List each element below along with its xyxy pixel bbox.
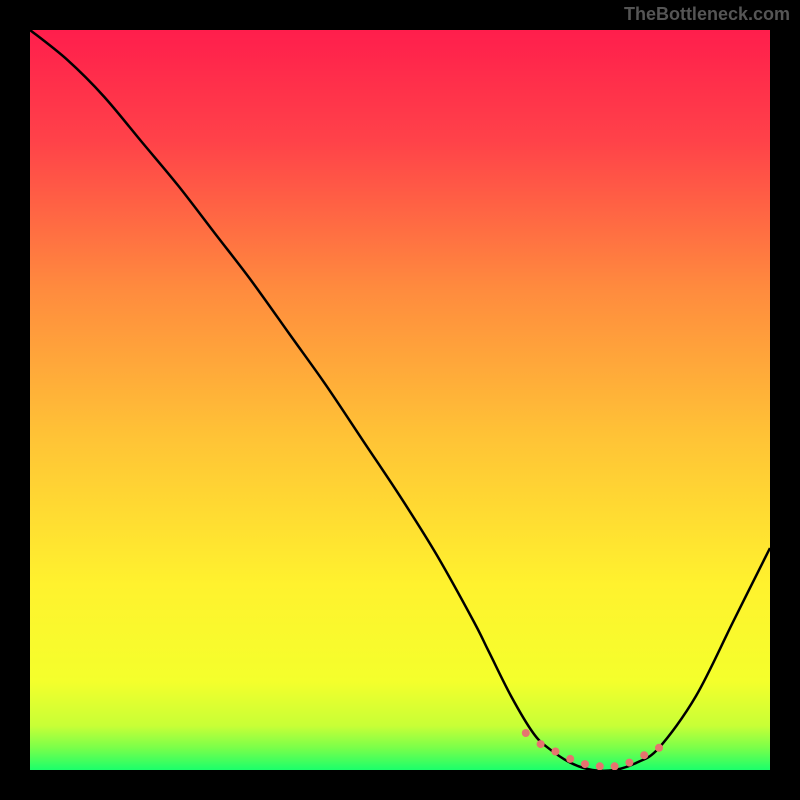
marker-point xyxy=(596,762,604,770)
marker-point xyxy=(566,755,574,763)
highlight-markers xyxy=(522,729,663,770)
marker-point xyxy=(611,762,619,770)
marker-point xyxy=(581,760,589,768)
marker-point xyxy=(655,744,663,752)
marker-point xyxy=(522,729,530,737)
marker-point xyxy=(640,751,648,759)
bottleneck-curve xyxy=(30,30,770,770)
attribution-text: TheBottleneck.com xyxy=(624,4,790,25)
marker-point xyxy=(537,740,545,748)
marker-point xyxy=(551,748,559,756)
chart-area xyxy=(30,30,770,770)
curve-layer xyxy=(30,30,770,770)
marker-point xyxy=(625,759,633,767)
